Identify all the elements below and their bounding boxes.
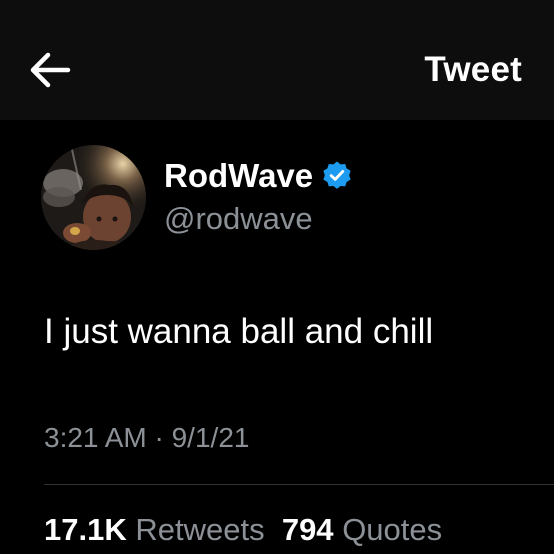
page-title: Tweet — [424, 50, 522, 89]
quotes-count: 794 — [281, 512, 334, 547]
tweet-stats: 17.1K Retweets 794 Quotes — [44, 510, 442, 550]
verified-badge-icon — [323, 161, 351, 189]
tweet-timestamp[interactable]: 3:21 AM · 9/1/21 — [44, 420, 249, 456]
retweets-stat[interactable]: 17.1K Retweets — [44, 512, 265, 547]
back-button[interactable] — [28, 50, 76, 90]
tweet-text: I just wanna ball and chill — [44, 312, 434, 351]
divider — [44, 484, 554, 485]
quotes-label: Quotes — [342, 512, 443, 547]
retweets-count: 17.1K — [44, 512, 127, 547]
avatar[interactable] — [41, 145, 146, 250]
retweets-label: Retweets — [135, 512, 265, 547]
arrow-left-icon — [30, 52, 71, 88]
quotes-stat[interactable]: 794 Quotes — [282, 512, 442, 547]
author-handle[interactable]: @rodwave — [164, 199, 313, 239]
display-name: RodWave — [164, 157, 314, 194]
top-bar: Tweet — [0, 0, 554, 120]
avatar-photo — [41, 145, 146, 250]
author-name[interactable]: RodWave — [164, 155, 353, 197]
